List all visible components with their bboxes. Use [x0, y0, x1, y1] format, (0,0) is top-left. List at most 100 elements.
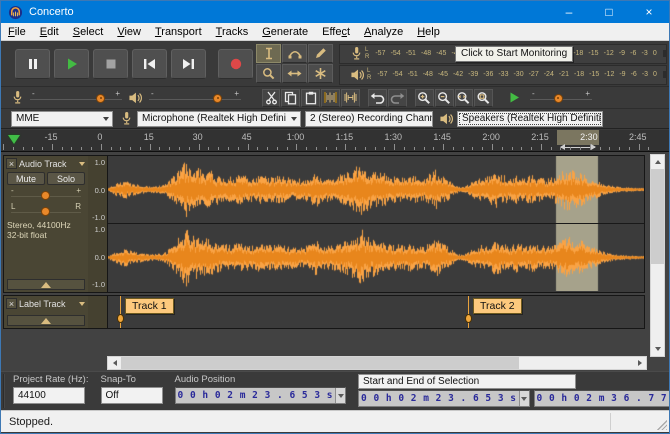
label-marker-line[interactable]: [120, 296, 121, 328]
label-marker-handle[interactable]: [117, 314, 124, 323]
ruler-tick: [424, 147, 425, 150]
selection-start-field[interactable]: 0 0 h 0 2 m 2 3 . 6 5 3 s: [358, 390, 530, 407]
zoom-out-button[interactable]: [435, 89, 454, 107]
zoom-tool-button[interactable]: [256, 64, 281, 83]
redo-button[interactable]: [388, 89, 407, 107]
waveform-channel-left[interactable]: [108, 156, 644, 224]
slider-thumb[interactable]: [96, 94, 105, 103]
time-format-spinner[interactable]: [519, 391, 529, 406]
selection-end-field[interactable]: 0 0 h 0 2 m 3 6 . 7 7 6 s: [534, 390, 670, 407]
label-flag[interactable]: Track 1: [125, 298, 174, 314]
waveform-display[interactable]: [108, 156, 644, 292]
track-name[interactable]: Audio Track: [19, 159, 77, 169]
play-at-speed-button[interactable]: [504, 89, 524, 107]
project-rate-dropdown[interactable]: 44100: [13, 387, 85, 404]
multi-tool-button[interactable]: [308, 64, 333, 83]
slider-thumb[interactable]: [213, 94, 222, 103]
toolbar-grabber[interactable]: [3, 374, 5, 408]
mute-button[interactable]: Mute: [7, 172, 45, 185]
playback-device-dropdown[interactable]: Speakers (Realtek High Definiti: [457, 111, 603, 127]
timeshift-tool-button[interactable]: [282, 64, 307, 83]
envelope-tool-button[interactable]: [282, 44, 307, 63]
meter-scale-number: -6: [630, 50, 636, 57]
menu-generate[interactable]: Generate: [255, 25, 315, 39]
record-button[interactable]: [218, 49, 253, 79]
menu-tracks[interactable]: Tracks: [209, 25, 256, 39]
audio-position-field[interactable]: 0 0 h 0 2 m 2 3 . 6 5 3 s: [175, 387, 347, 404]
solo-button[interactable]: Solo: [47, 172, 85, 185]
audio-host-dropdown[interactable]: MME: [11, 111, 113, 127]
vertical-ruler[interactable]: 1.00.0-1.0 1.00.0-1.0: [88, 156, 108, 292]
audacity-logo-icon: [7, 4, 23, 20]
menu-effect[interactable]: Effect: [315, 25, 357, 39]
menu-help[interactable]: Help: [410, 25, 447, 39]
menu-transport[interactable]: Transport: [148, 25, 209, 39]
scroll-up-arrow[interactable]: [651, 155, 664, 169]
menu-file[interactable]: File: [1, 25, 33, 39]
scroll-down-arrow[interactable]: [651, 342, 664, 356]
label-marker-line[interactable]: [468, 296, 469, 328]
horizontal-scroll-thumb[interactable]: [121, 357, 519, 369]
recording-channels-dropdown[interactable]: 2 (Stereo) Recording Channels: [305, 111, 433, 127]
menu-view[interactable]: View: [110, 25, 148, 39]
pause-button[interactable]: [15, 49, 50, 79]
slider-thumb[interactable]: [554, 94, 563, 103]
waveform-channel-right[interactable]: [108, 224, 644, 292]
collapse-track-button[interactable]: [7, 315, 85, 326]
silence-audio-button[interactable]: [341, 89, 360, 107]
paste-button[interactable]: [301, 89, 320, 107]
timeline-options-icon[interactable]: [8, 135, 20, 144]
track-menu-icon[interactable]: [79, 302, 85, 309]
horizontal-scrollbar[interactable]: [107, 356, 647, 370]
stop-button[interactable]: [93, 49, 128, 79]
undo-button[interactable]: [368, 89, 387, 107]
gain-slider[interactable]: - +: [9, 187, 83, 202]
play-speed-slider[interactable]: - +: [530, 90, 592, 106]
trim-audio-button[interactable]: [321, 89, 340, 107]
zoom-tool-icon: [262, 67, 275, 80]
menu-edit[interactable]: Edit: [33, 25, 66, 39]
menu-analyze[interactable]: Analyze: [357, 25, 410, 39]
playback-volume-slider[interactable]: - +: [149, 90, 241, 106]
timeline-ruler[interactable]: -1501530451:001:151:301:452:002:152:302:…: [1, 130, 669, 152]
label-marker-handle[interactable]: [465, 314, 472, 323]
zoom-selection-button[interactable]: [455, 89, 474, 107]
selection-mode-dropdown[interactable]: Start and End of Selection: [358, 374, 576, 389]
zoom-in-button[interactable]: [415, 89, 434, 107]
resize-grip[interactable]: [657, 420, 667, 430]
play-button[interactable]: [54, 49, 89, 79]
pan-slider[interactable]: L R: [9, 203, 83, 218]
skip-end-button[interactable]: [171, 49, 206, 79]
slider-thumb[interactable]: [41, 207, 50, 216]
skip-start-button[interactable]: [132, 49, 167, 79]
close-track-button[interactable]: ×: [6, 298, 17, 309]
track-menu-icon[interactable]: [79, 162, 85, 169]
maximize-button[interactable]: □: [589, 1, 629, 23]
selection-tool-button[interactable]: [256, 44, 281, 63]
copy-button[interactable]: [281, 89, 300, 107]
close-track-button[interactable]: ×: [6, 158, 17, 169]
vertical-scroll-thumb[interactable]: [651, 169, 664, 264]
label-flag[interactable]: Track 2: [473, 298, 522, 314]
zoom-fit-button[interactable]: [474, 89, 493, 107]
minimize-button[interactable]: –: [549, 1, 589, 23]
time-format-spinner[interactable]: [335, 388, 345, 403]
playback-meter[interactable]: LR -57-54-51-48-45-42-39-36-33-30-27-24-…: [339, 65, 667, 85]
recording-device-dropdown[interactable]: Microphone (Realtek High Defini: [137, 111, 301, 127]
ruler-tick: [306, 147, 307, 150]
cut-button[interactable]: [262, 89, 281, 107]
collapse-track-button[interactable]: [7, 279, 85, 290]
snap-to-dropdown[interactable]: Off: [101, 387, 163, 404]
slider-thumb[interactable]: [41, 191, 50, 200]
scroll-right-arrow[interactable]: [633, 357, 646, 369]
label-area[interactable]: Track 1 Track 2: [108, 296, 644, 328]
pan-left-mark: L: [11, 202, 15, 211]
menu-select[interactable]: Select: [66, 25, 111, 39]
close-button[interactable]: ×: [629, 1, 669, 23]
scroll-left-arrow[interactable]: [108, 357, 121, 369]
recording-meter[interactable]: LR -57-54-51-48-45-42-39-36-33-30-27-24-…: [339, 44, 667, 64]
vertical-scrollbar[interactable]: [650, 154, 665, 357]
track-name[interactable]: Label Track: [19, 299, 77, 309]
recording-volume-slider[interactable]: - +: [30, 90, 122, 106]
draw-tool-button[interactable]: [308, 44, 333, 63]
